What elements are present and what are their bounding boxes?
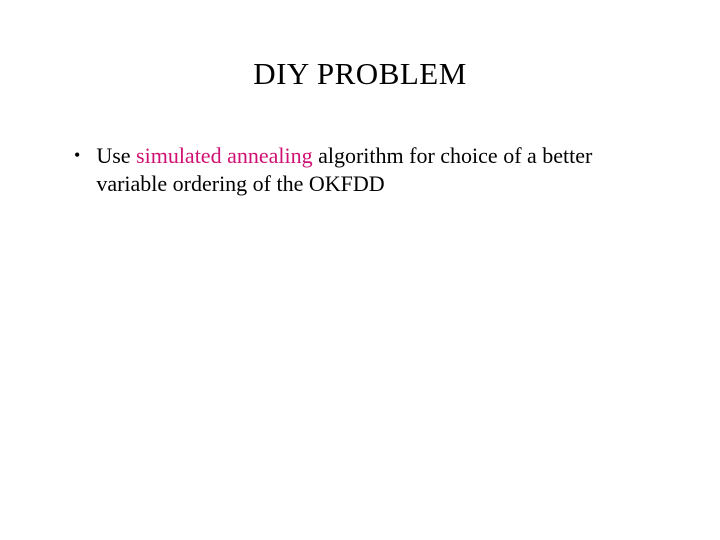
slide-container: DIY PROBLEM • Use simulated annealing al…: [0, 0, 720, 540]
slide-content: • Use simulated annealing algorithm for …: [0, 92, 720, 197]
bullet-item: • Use simulated annealing algorithm for …: [70, 142, 660, 197]
slide-title: DIY PROBLEM: [0, 0, 720, 92]
bullet-text: Use simulated annealing algorithm for ch…: [96, 142, 660, 197]
bullet-highlight: simulated annealing: [136, 143, 313, 168]
bullet-prefix: Use: [96, 143, 136, 168]
bullet-marker: •: [70, 142, 96, 169]
